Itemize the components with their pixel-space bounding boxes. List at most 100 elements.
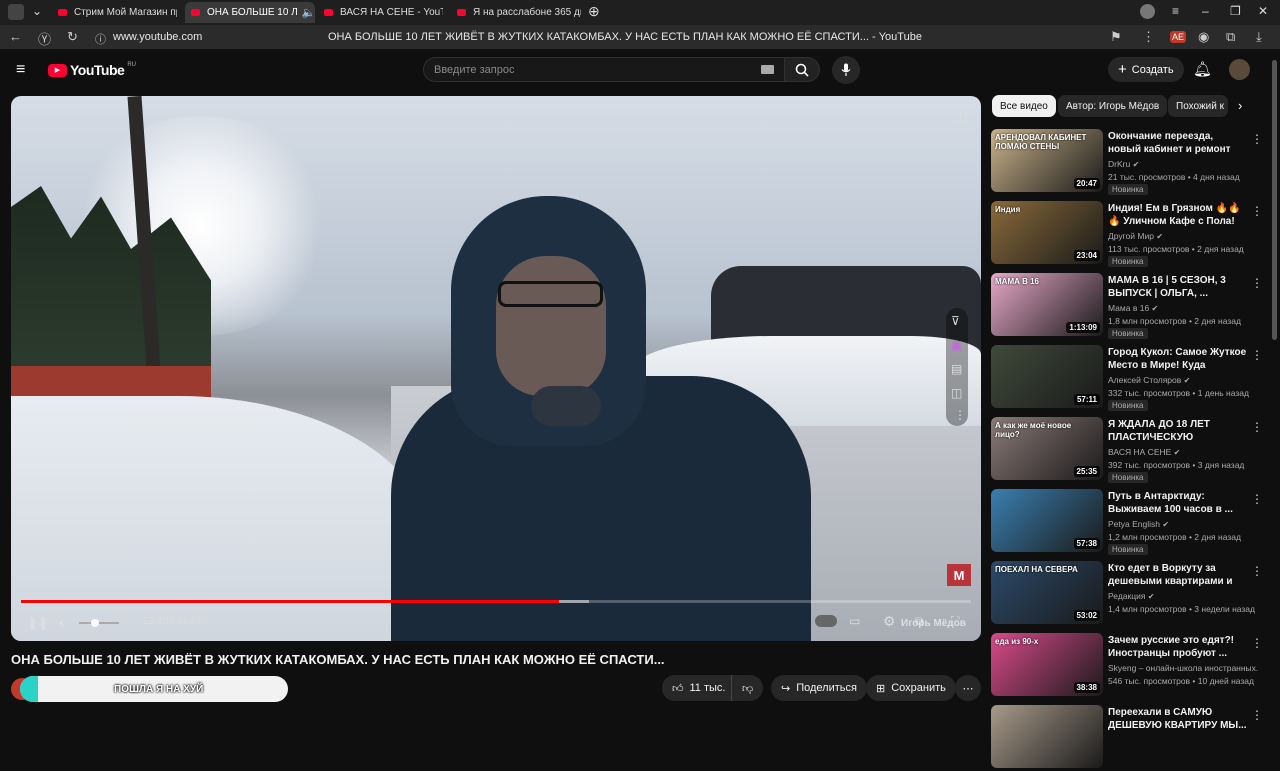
chip-author[interactable]: Автор: Игорь Мёдов	[1058, 95, 1168, 117]
more-vertical-icon[interactable]: ⋮	[1251, 492, 1263, 506]
browser-menu-icon[interactable]	[8, 4, 24, 20]
scrollbar[interactable]	[1272, 60, 1277, 340]
reload-icon[interactable]: ↻	[67, 29, 78, 45]
volume-slider[interactable]	[79, 619, 119, 627]
video-player[interactable]: ⓘ ⊽ ▣ ▤ ◫ ⋮ M ❚❚ 🔈︎ 23:40 / 41:47 ▭ ⚙ ⧉ …	[11, 96, 981, 641]
back-icon[interactable]: ←	[9, 29, 22, 44]
voice-search-button[interactable]	[832, 56, 860, 84]
more-vertical-icon[interactable]: ⋮	[1251, 564, 1263, 578]
browser-tab-active[interactable]: ОНА БОЛЬШЕ 10 Л 🔈 ✕	[185, 2, 315, 23]
recommendation-item[interactable]: 57:11 Город Кукол: Самое Жуткое Место в М…	[991, 345, 1266, 411]
chip-all-videos[interactable]: Все видео	[992, 95, 1056, 117]
url-field[interactable]: www.youtube.com	[113, 31, 202, 43]
more-actions-button[interactable]: ⋯	[955, 675, 981, 701]
downloads-icon[interactable]: ⤓	[1256, 29, 1262, 45]
fullscreen-icon[interactable]: ⛶	[951, 614, 959, 629]
extension-badge[interactable]: AE	[1170, 31, 1187, 43]
recommendation-title[interactable]: Зачем русские это едят?! Иностранцы проб…	[1108, 634, 1248, 660]
dislike-button[interactable]: 👎︎	[731, 675, 764, 701]
filter-icon[interactable]: ⊽	[951, 314, 960, 328]
recommendation-channel[interactable]: Petya English ✔	[1108, 519, 1258, 529]
recommendation-title[interactable]: МАМА В 16 | 5 СЕЗОН, 3 ВЫПУСК | ОЛЬГА, .…	[1108, 274, 1248, 300]
restore-icon[interactable]: ❐	[1230, 4, 1241, 18]
chat-icon[interactable]: ▣	[951, 338, 962, 352]
autoplay-toggle[interactable]	[815, 615, 837, 627]
channel-watermark-icon[interactable]: M	[947, 564, 971, 586]
video-thumbnail[interactable]: Индия 23:04	[991, 201, 1103, 264]
hamburger-menu-icon[interactable]: ≡	[16, 61, 25, 79]
chip-similar[interactable]: Похожий к	[1168, 95, 1228, 117]
recommendation-item[interactable]: АРЕНДОВАЛ КАБИНЕТ ЛОМАЮ СТЕНЫ 20:47 Оконча…	[991, 129, 1266, 195]
more-vertical-icon[interactable]: ⋮	[1251, 636, 1263, 650]
pause-icon[interactable]: ❚❚	[27, 615, 49, 631]
site-info-icon[interactable]: ⓘ	[95, 31, 106, 47]
recommendation-item[interactable]: Индия 23:04 Индия! Ем в Грязном 🔥🔥🔥 Улично…	[991, 201, 1266, 267]
recommendation-item[interactable]: ПОЕХАЛ НА СЕВЕРА 53:02 Кто едет в Воркуту …	[991, 561, 1266, 627]
more-vertical-icon[interactable]: ⋮	[1251, 276, 1263, 290]
subtitles-icon[interactable]: ▭	[849, 614, 860, 628]
menu-icon[interactable]: ≡	[1172, 4, 1179, 18]
settings-gear-icon[interactable]: ⚙	[883, 613, 896, 630]
recommendation-channel[interactable]: Редакция ✔	[1108, 591, 1258, 601]
recommendation-channel[interactable]: Алексей Столяров ✔	[1108, 375, 1258, 385]
recommendation-channel[interactable]: ВАСЯ НА СЕНЕ ✔	[1108, 447, 1258, 457]
recommendation-item[interactable]: Переехали в САМУЮ ДЕШЕВУЮ КВАРТИРУ МЫ...…	[991, 705, 1266, 771]
video-thumbnail[interactable]: МАМА В 16 1:13:09	[991, 273, 1103, 336]
search-input[interactable]: Введите запрос	[423, 57, 785, 82]
video-thumbnail[interactable]: еда из 90-х 38:38	[991, 633, 1103, 696]
speaker-icon[interactable]: 🔈	[302, 6, 315, 19]
close-window-icon[interactable]: ✕	[1258, 4, 1268, 18]
search-button[interactable]	[785, 57, 820, 82]
recommendation-channel[interactable]: DrKru ✔	[1108, 159, 1258, 169]
volume-knob[interactable]	[91, 619, 99, 627]
yandex-icon[interactable]: Ⓨ	[38, 29, 51, 48]
miniplayer-panel-icon[interactable]: ◫	[951, 386, 962, 400]
recommendation-title[interactable]: Переехали в САМУЮ ДЕШЕВУЮ КВАРТИРУ МЫ...	[1108, 706, 1248, 732]
recommendation-title[interactable]: Индия! Ем в Грязном 🔥🔥🔥 Уличном Кафе с П…	[1108, 202, 1248, 228]
notifications-bell-icon[interactable]: 🔔︎	[1193, 60, 1212, 78]
more-vertical-icon[interactable]: ⋮	[1251, 132, 1263, 146]
like-button[interactable]: 👍︎ 11 тыс.	[662, 675, 734, 701]
account-avatar[interactable]	[1229, 59, 1250, 80]
info-icon[interactable]: ⓘ	[954, 106, 967, 125]
more-icon[interactable]: ⋮	[1142, 29, 1155, 45]
more-vertical-icon[interactable]: ⋮	[1251, 348, 1263, 362]
progress-bar[interactable]	[21, 600, 971, 603]
recommendation-title[interactable]: Я ЖДАЛА ДО 18 ЛЕТ ПЛАСТИЧЕСКУЮ ОПЕРАЦИ..…	[1108, 418, 1248, 444]
extensions-icon[interactable]: ⧉	[1226, 29, 1235, 45]
recommendation-title[interactable]: Окончание переезда, новый кабинет и ремо…	[1108, 130, 1248, 156]
more-vertical-icon[interactable]: ⋮	[954, 408, 966, 422]
recommendation-channel[interactable]: Skyeng – онлайн-школа иностранных... ✔	[1108, 663, 1258, 673]
recommendation-channel[interactable]: Мама в 16 ✔	[1108, 303, 1258, 313]
video-thumbnail[interactable]	[991, 705, 1103, 768]
more-vertical-icon[interactable]: ⋮	[1251, 420, 1263, 434]
more-vertical-icon[interactable]: ⋮	[1251, 204, 1263, 218]
volume-icon[interactable]: 🔈︎	[59, 615, 67, 631]
video-thumbnail[interactable]: ПОЕХАЛ НА СЕВЕРА 53:02	[991, 561, 1103, 624]
recommendation-channel[interactable]: Другой Мир ✔	[1108, 231, 1258, 241]
share-button[interactable]: ↪ Поделиться	[771, 675, 867, 701]
chevron-right-icon[interactable]: ›	[1238, 98, 1242, 113]
video-thumbnail[interactable]: АРЕНДОВАЛ КАБИНЕТ ЛОМАЮ СТЕНЫ 20:47	[991, 129, 1103, 192]
video-thumbnail[interactable]: 57:11	[991, 345, 1103, 408]
video-thumbnail[interactable]: А как же моё новое лицо? 25:35	[991, 417, 1103, 480]
recommendation-item[interactable]: еда из 90-х 38:38 Зачем русские это едят?!…	[991, 633, 1266, 699]
youtube-logo[interactable]: ▶ YouTube RU	[48, 62, 136, 78]
browser-tab[interactable]: ВАСЯ НА СЕНЕ - YouTube	[318, 2, 443, 23]
recommendation-title[interactable]: Путь в Антарктиду: Выживаем 100 часов в …	[1108, 490, 1248, 516]
bookmark-icon[interactable]: ⚑	[1110, 29, 1122, 45]
recommendation-title[interactable]: Кто едет в Воркуту за дешевыми квартирам…	[1108, 562, 1248, 588]
profile-avatar[interactable]	[1140, 4, 1155, 19]
recommendation-item[interactable]: МАМА В 16 1:13:09 МАМА В 16 | 5 СЕЗОН, 3 В…	[991, 273, 1266, 339]
minimize-icon[interactable]: –	[1202, 4, 1209, 18]
create-button[interactable]: + Создать	[1108, 57, 1184, 82]
video-thumbnail[interactable]: 57:38	[991, 489, 1103, 552]
save-button[interactable]: ⊞ Сохранить	[866, 675, 956, 701]
keyboard-icon[interactable]	[761, 65, 774, 74]
recommendation-item[interactable]: А как же моё новое лицо? 25:35 Я ЖДАЛА ДО …	[991, 417, 1266, 483]
recommendation-title[interactable]: Город Кукол: Самое Жуткое Место в Мире! …	[1108, 346, 1248, 372]
browser-tab[interactable]: Я на расслабоне 365 дней	[451, 2, 581, 23]
tab-list-chevron-icon[interactable]: ⌄	[32, 4, 42, 18]
browser-tab[interactable]: Стрим Мой Магазин про	[52, 2, 177, 23]
captions-panel-icon[interactable]: ▤	[951, 362, 962, 376]
